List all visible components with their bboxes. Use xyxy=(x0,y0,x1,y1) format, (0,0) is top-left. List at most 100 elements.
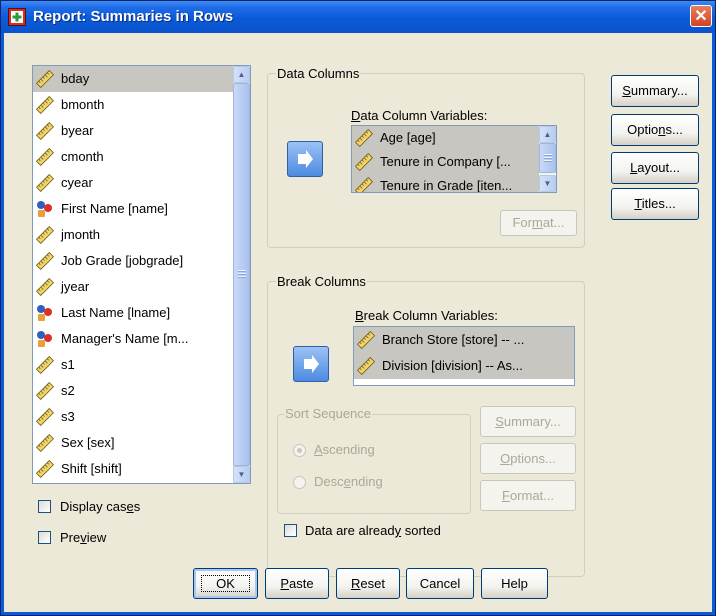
titles-button[interactable]: Titles... xyxy=(611,188,699,220)
ruler-icon xyxy=(35,225,55,245)
break-column-item[interactable]: Branch Store [store] -- ... xyxy=(354,327,574,353)
break-summary-button[interactable]: Summary... xyxy=(480,406,576,437)
close-button[interactable]: ✕ xyxy=(690,5,712,27)
source-variable-item-label: Sex [sex] xyxy=(61,435,115,450)
source-variable-item[interactable]: s3 xyxy=(33,404,233,430)
nominal-icon xyxy=(36,330,54,348)
source-variable-item[interactable]: Sex [sex] xyxy=(33,430,233,456)
data-list-scrollbar[interactable]: ▲ ▼ xyxy=(539,126,556,192)
ok-button[interactable]: OK xyxy=(193,568,258,599)
source-variable-item[interactable]: s1 xyxy=(33,352,233,378)
break-options-button[interactable]: Options... xyxy=(480,443,576,474)
break-columns-title: Break Columns xyxy=(276,274,367,289)
data-column-item[interactable]: Age [age] xyxy=(352,126,539,150)
nominal-icon xyxy=(36,304,54,322)
break-column-item-label: Division [division] -- As... xyxy=(382,358,523,373)
data-format-button[interactable]: Format... xyxy=(500,210,577,236)
data-columns-title: Data Columns xyxy=(276,66,361,81)
move-to-data-columns-button[interactable] xyxy=(287,141,323,177)
source-variable-item[interactable]: s2 xyxy=(33,378,233,404)
source-variable-item[interactable]: Manager's Name [m... xyxy=(33,326,233,352)
ruler-icon xyxy=(354,152,374,172)
display-cases-label: Display cases xyxy=(60,499,141,514)
ruler-icon xyxy=(35,95,55,115)
ruler-icon xyxy=(35,459,55,479)
source-variable-item-label: Manager's Name [m... xyxy=(61,331,189,346)
scroll-thumb[interactable] xyxy=(233,83,250,466)
scroll-down-button[interactable]: ▼ xyxy=(233,466,250,483)
source-variable-item[interactable]: cmonth xyxy=(33,144,233,170)
report-dialog-window: Report: Summaries in Rows ✕ bday bmonth by… xyxy=(0,0,716,616)
data-column-item[interactable]: Tenure in Company [... xyxy=(352,150,539,174)
source-variable-item-label: Job Grade [jobgrade] xyxy=(61,253,184,268)
source-variable-item[interactable]: bday xyxy=(33,66,233,92)
ruler-icon xyxy=(35,147,55,167)
close-icon: ✕ xyxy=(694,8,708,25)
source-variable-item[interactable]: jmonth xyxy=(33,222,233,248)
source-list-scrollbar[interactable]: ▲ ▼ xyxy=(233,66,250,483)
nominal-icon xyxy=(36,200,54,218)
break-format-button[interactable]: Format... xyxy=(480,480,576,511)
source-variable-item[interactable]: byear xyxy=(33,118,233,144)
scroll-down-button[interactable]: ▼ xyxy=(539,175,556,192)
ruler-icon xyxy=(35,355,55,375)
reset-button[interactable]: Reset xyxy=(336,568,400,599)
ok-label: OK xyxy=(201,575,250,592)
scroll-thumb[interactable] xyxy=(539,143,556,173)
data-column-variables-label: Data Column Variables: xyxy=(351,108,488,123)
scroll-up-button[interactable]: ▲ xyxy=(233,66,250,83)
dialog-body: bday bmonth byear cmonth cyear First Name [na… xyxy=(4,33,712,612)
cancel-button[interactable]: Cancel xyxy=(406,568,474,599)
help-button[interactable]: Help xyxy=(481,568,548,599)
data-column-item[interactable]: Tenure in Grade [iten... xyxy=(352,174,539,193)
ruler-icon xyxy=(35,407,55,427)
break-column-item[interactable]: Division [division] -- As... xyxy=(354,353,574,379)
data-column-variables-list[interactable]: Age [age] Tenure in Company [... Tenure in… xyxy=(351,125,557,193)
display-cases-checkbox[interactable] xyxy=(38,500,51,513)
ruler-icon xyxy=(356,330,376,350)
ruler-icon xyxy=(356,356,376,376)
ruler-icon xyxy=(35,69,55,89)
source-variable-item[interactable]: Job Grade [jobgrade] xyxy=(33,248,233,274)
ascending-radio[interactable] xyxy=(293,444,306,457)
move-to-break-columns-button[interactable] xyxy=(293,346,329,382)
summary-button[interactable]: Summary... xyxy=(611,75,699,107)
scroll-up-button[interactable]: ▲ xyxy=(539,126,556,143)
source-variable-item[interactable]: Last Name [lname] xyxy=(33,300,233,326)
title-bar[interactable]: Report: Summaries in Rows ✕ xyxy=(1,1,715,33)
source-variable-item[interactable]: cyear xyxy=(33,170,233,196)
data-column-item-label: Tenure in Grade [iten... xyxy=(380,178,513,193)
ruler-icon xyxy=(35,433,55,453)
source-variable-item[interactable]: jyear xyxy=(33,274,233,300)
ruler-icon xyxy=(35,121,55,141)
source-variable-item[interactable]: bmonth xyxy=(33,92,233,118)
break-column-item-label: Branch Store [store] -- ... xyxy=(382,332,525,347)
data-already-sorted-checkbox[interactable] xyxy=(284,524,297,537)
options-button[interactable]: Options... xyxy=(611,114,699,146)
paste-button[interactable]: Paste xyxy=(265,568,329,599)
preview-label: Preview xyxy=(60,530,107,545)
data-already-sorted-label: Data are already sorted xyxy=(305,523,441,538)
source-variable-item-label: byear xyxy=(61,123,94,138)
source-variable-item-label: jmonth xyxy=(61,227,101,242)
source-variable-item-label: s3 xyxy=(61,409,75,424)
source-variable-item-label: Shift [shift] xyxy=(61,461,122,476)
descending-radio[interactable] xyxy=(293,476,306,489)
source-variable-item-label: First Name [name] xyxy=(61,201,168,216)
source-variable-item-label: cmonth xyxy=(61,149,104,164)
source-variable-item-label: s1 xyxy=(61,357,75,372)
break-column-variables-list[interactable]: Branch Store [store] -- ... Division [div… xyxy=(353,326,575,386)
source-variable-list[interactable]: bday bmonth byear cmonth cyear First Name [na… xyxy=(32,65,251,484)
window-title: Report: Summaries in Rows xyxy=(33,8,234,25)
ruler-icon xyxy=(354,176,374,192)
data-column-item-label: Tenure in Company [... xyxy=(380,154,511,169)
source-variable-item[interactable]: First Name [name] xyxy=(33,196,233,222)
preview-checkbox[interactable] xyxy=(38,531,51,544)
ruler-icon xyxy=(35,173,55,193)
right-arrow-icon xyxy=(298,150,313,168)
layout-button[interactable]: Layout... xyxy=(611,152,699,184)
source-variable-item[interactable]: Shift [shift] xyxy=(33,456,233,482)
data-column-item-label: Age [age] xyxy=(380,130,436,145)
descending-label: Descending xyxy=(314,474,383,489)
ascending-label: Ascending xyxy=(314,442,375,457)
